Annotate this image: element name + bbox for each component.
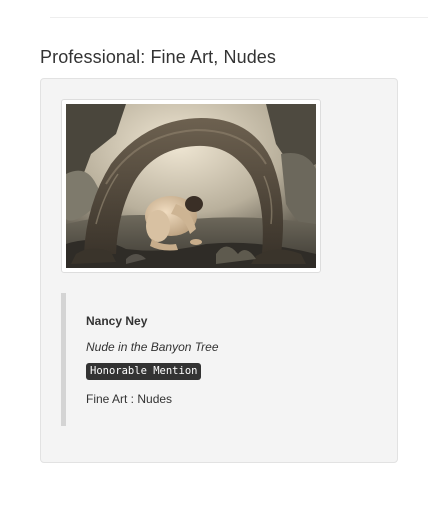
artist-name: Nancy Ney xyxy=(86,314,148,328)
photo-image xyxy=(66,104,316,268)
entry-card: Nancy Ney Nude in the Banyon Tree Honora… xyxy=(40,78,398,463)
top-divider xyxy=(50,17,428,18)
award-badge: Honorable Mention xyxy=(86,363,202,380)
entry-details: Nancy Ney Nude in the Banyon Tree Honora… xyxy=(61,293,361,426)
entry-category: Fine Art : Nudes xyxy=(86,392,173,406)
entry-photo[interactable] xyxy=(61,99,321,273)
section-title: Professional: Fine Art, Nudes xyxy=(40,47,277,67)
work-title: Nude in the Banyon Tree xyxy=(86,340,219,354)
